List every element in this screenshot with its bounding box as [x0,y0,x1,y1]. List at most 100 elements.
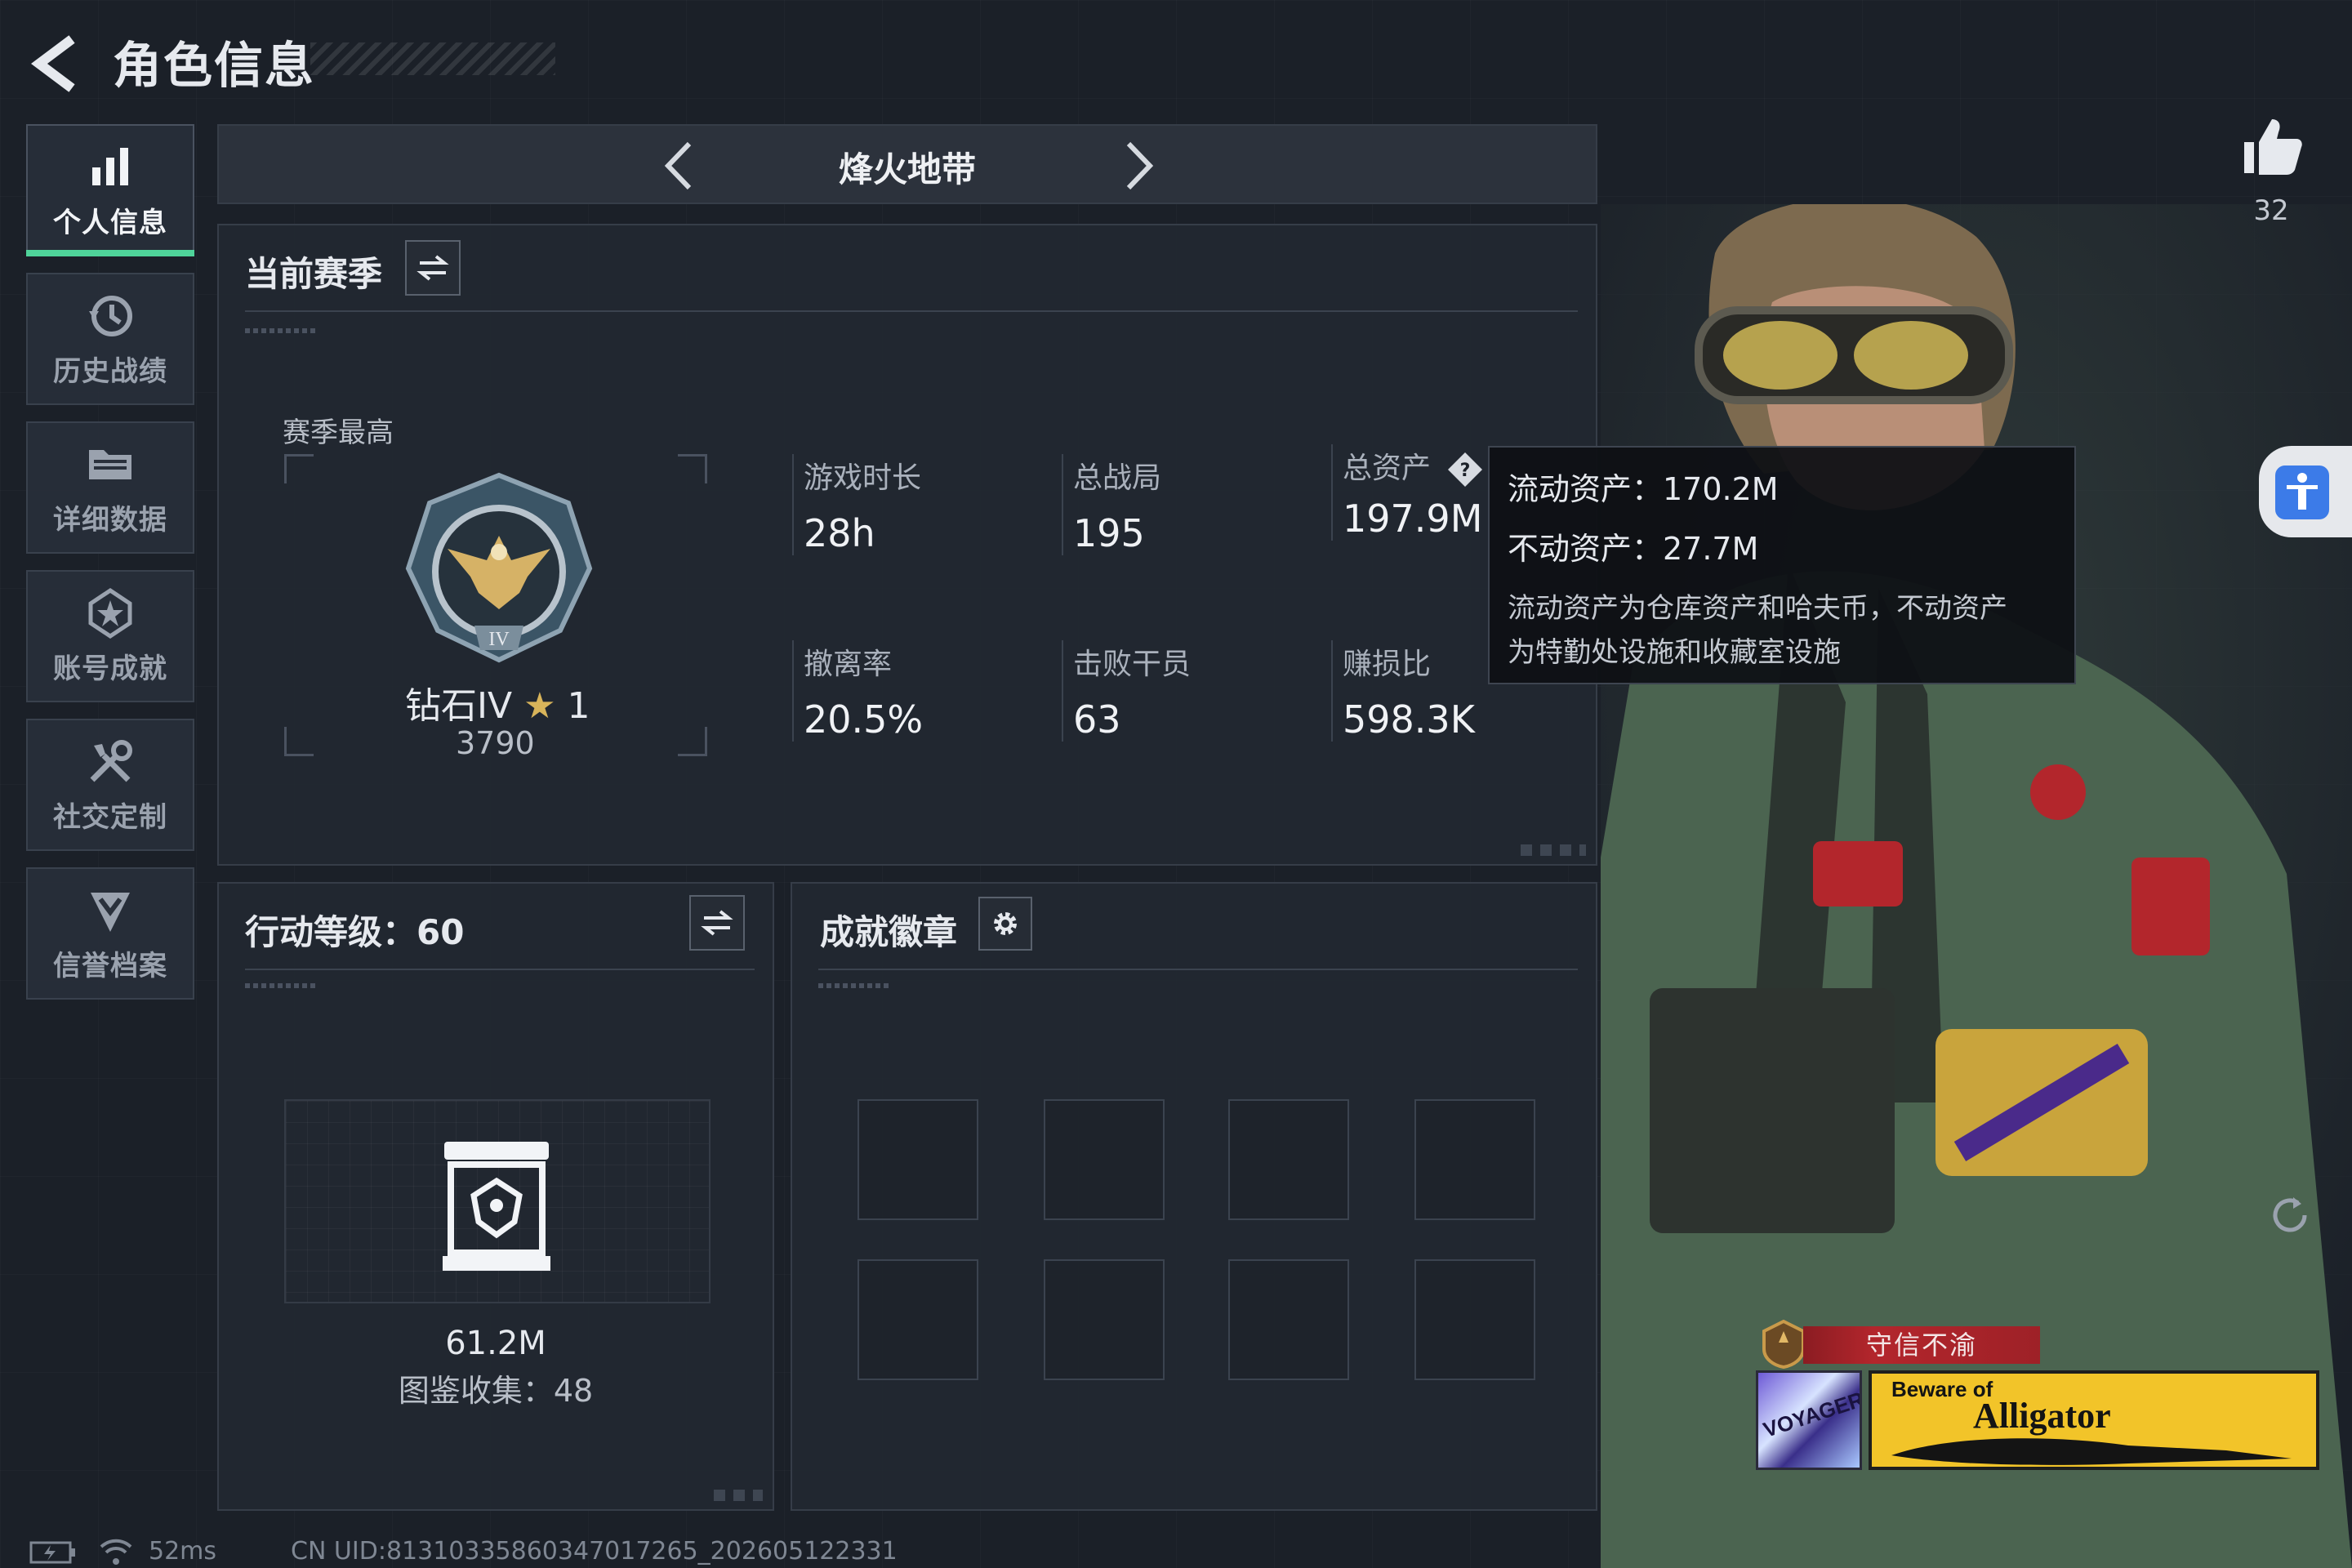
badge-slot[interactable] [1228,1099,1349,1220]
collection-cabinet-icon [443,1142,550,1271]
badges-panel: 成就徽章 [791,882,1597,1511]
sidebar-item-credit[interactable]: 信誉档案 [26,867,194,1000]
badge-slot[interactable] [1228,1259,1349,1380]
bracket-top-right [678,454,707,483]
bracket-bottom-left [284,727,314,756]
sidebar-item-label: 详细数据 [53,503,167,537]
sidebar-item-personal-info[interactable]: 个人信息 [26,124,194,256]
stat-operators-killed: 击败干员 63 [1062,640,1307,742]
chevron-right-icon[interactable] [1109,137,1166,194]
title-decoration [310,42,555,75]
bracket-bottom-right [678,727,707,756]
map-name: 烽火地带 [838,149,976,189]
badge-slot[interactable] [1044,1259,1165,1380]
stat-label: 总战局 [1073,461,1162,495]
tooltip-liquid-assets: 流动资产：170.2M [1508,471,1779,507]
sidebar-item-label: 历史战绩 [53,354,167,388]
tooltip-description-line: 流动资产为仓库资产和哈夫币，不动资产 [1508,592,2007,625]
swap-icon [701,910,733,936]
divider [245,310,1578,312]
tooltip-description: 流动资产为仓库资产和哈夫币，不动资产 为特勤处设施和收藏室设施 [1508,586,2056,675]
badge-slot[interactable] [858,1259,978,1380]
sidebar-item-details[interactable]: 详细数据 [26,421,194,554]
sidebar-item-label: 账号成就 [53,652,167,685]
help-icon[interactable]: ? [1446,451,1484,488]
divider-dashes [818,983,892,988]
badges-settings-button[interactable] [978,897,1032,951]
achievement-star-icon [88,587,132,639]
stat-total-matches: 总战局 195 [1062,454,1307,555]
badge-slot[interactable] [1044,1099,1165,1220]
swap-icon [416,255,449,281]
rank-star-icon: ★ [523,685,556,727]
accessibility-button[interactable] [2259,446,2352,537]
battery-icon [29,1541,75,1564]
divider [818,969,1578,970]
sidebar-item-label: 个人信息 [53,206,167,239]
season-title: 当前赛季 [245,254,383,294]
thumbs-up-icon[interactable] [2238,113,2305,180]
season-panel: 当前赛季 赛季最高 IV 钻石IV ★ 1 3790 游戏时长 28h 总战局 … [217,224,1597,866]
asset-tooltip: 流动资产：170.2M 不动资产：27.7M 流动资产为仓库资产和哈夫币，不动资… [1488,446,2076,684]
stat-play-time: 游戏时长 28h [792,454,1037,555]
sidebar-item-history[interactable]: 历史战绩 [26,273,194,405]
action-level-switch-button[interactable] [689,895,745,951]
history-clock-icon [89,295,132,336]
tooltip-fixed-assets: 不动资产：27.7M [1508,531,1759,567]
user-uid: CN UID:813103358603470172​65_20260512233… [291,1537,898,1566]
badge-slot[interactable] [1414,1259,1535,1380]
page-title: 角色信息 [113,38,315,95]
svg-text:?: ? [1460,461,1471,481]
accessibility-icon [2287,473,2318,510]
rank-stars-count: 1 [567,685,590,727]
back-arrow-icon[interactable] [24,31,90,96]
stat-label: 游戏时长 [804,461,922,495]
divider-dashes [245,983,318,988]
tools-icon [90,739,132,782]
diamond-rank-emblem: IV [405,472,593,663]
badge-slot[interactable] [858,1099,978,1220]
bar-chart-icon [92,147,128,185]
alligator-sticker: Beware of Alligator [1869,1370,2319,1470]
badges-title: 成就徽章 [820,912,958,952]
collection-value: 61.2M [445,1325,546,1362]
stat-value: 598.3K [1343,697,1475,742]
rank-score: 3790 [456,725,535,761]
sidebar-item-label: 信誉档案 [53,949,167,982]
wifi-icon [100,1539,132,1565]
gear-icon [994,912,1017,935]
sidebar: 个人信息 历史战绩 详细数据 账号成就 社交定制 信誉档案 [26,124,194,1016]
stat-label: 总资产 [1343,452,1432,485]
title-banner: 守信不渝 [1803,1326,2040,1364]
corner-decoration [714,1490,763,1501]
stat-value: 20.5% [804,697,924,742]
shield-chevron-icon [91,892,130,932]
ping-value: 52ms [149,1537,217,1566]
sidebar-item-achievements[interactable]: 账号成就 [26,570,194,702]
sticker-text: VOYAGER [1760,1387,1862,1443]
voyager-sticker: VOYAGER [1756,1370,1862,1470]
collection-display-case[interactable] [284,1099,710,1303]
sidebar-item-social[interactable]: 社交定制 [26,719,194,851]
stat-value: 195 [1073,511,1145,555]
stat-label: 撤离率 [804,648,893,681]
folder-icon [89,449,131,479]
tooltip-description-line: 为特勤处设施和收藏室设施 [1508,636,1841,669]
stat-value: 28h [804,511,875,555]
rank-name: 钻石IV [405,685,513,727]
season-switch-button[interactable] [405,240,461,296]
accessibility-icon-bg [2275,466,2329,519]
like-count: 32 [2253,194,2289,227]
bracket-top-left [284,454,314,483]
corner-decoration [1521,844,1586,856]
svg-text:IV: IV [488,629,510,650]
action-level-panel: 行动等级：60 61.2M 图鉴收集：48 [217,882,774,1511]
alligator-icon [1891,1438,2292,1465]
sidebar-item-label: 社交定制 [53,800,167,834]
rotate-icon[interactable] [2267,1192,2313,1238]
map-selector: 烽火地带 [217,124,1597,204]
divider [245,969,755,970]
season-best-label: 赛季最高 [283,416,394,449]
action-level-title: 行动等级：60 [245,912,465,952]
badge-slot[interactable] [1414,1099,1535,1220]
